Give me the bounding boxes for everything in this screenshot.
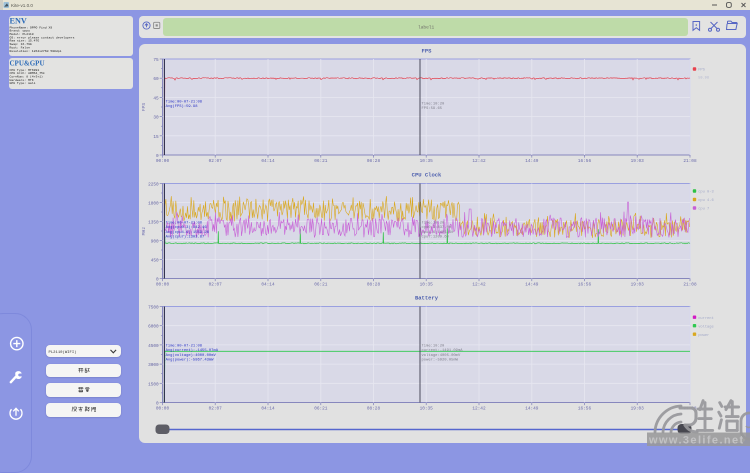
svg-text:21:08: 21:08 <box>683 283 697 288</box>
svg-text:75: 75 <box>153 58 159 63</box>
svg-text:4500: 4500 <box>148 344 159 349</box>
svg-text:voltage:4005.00mV: voltage:4005.00mV <box>422 353 461 358</box>
svg-text:06:21: 06:21 <box>314 407 328 412</box>
svg-text:06:21: 06:21 <box>314 159 328 164</box>
svg-text:450: 450 <box>151 259 159 264</box>
svg-text:00:00: 00:00 <box>156 159 170 164</box>
svg-text:FPS:59.65: FPS:59.65 <box>422 107 443 111</box>
svg-text:14:49: 14:49 <box>525 407 539 412</box>
svg-text:15: 15 <box>153 135 159 140</box>
svg-text:Time:10:20: Time:10:20 <box>422 220 446 225</box>
svg-text:power:-5920.05mW: power:-5920.05mW <box>422 358 459 363</box>
svg-text:power: power <box>698 334 709 338</box>
svg-text:FPS: FPS <box>141 103 147 112</box>
svg-text:Avg(FPS):59.98: Avg(FPS):59.98 <box>166 104 199 109</box>
svg-text:10:35: 10:35 <box>420 159 434 164</box>
svg-text:00:00: 00:00 <box>156 407 170 412</box>
svg-text:1350: 1350 <box>148 221 159 226</box>
svg-text:voltage: voltage <box>698 324 714 329</box>
svg-text:cpu4-6:1425.60: cpu4-6:1425.60 <box>422 231 455 235</box>
svg-text:12:42: 12:42 <box>472 159 486 164</box>
svg-text:cpu0-3:837.00: cpu0-3:837.00 <box>422 226 452 230</box>
svg-text:cpu 0-3: cpu 0-3 <box>698 191 714 195</box>
svg-text:04:14: 04:14 <box>261 283 275 288</box>
svg-text:1800: 1800 <box>148 202 159 207</box>
svg-text:16:56: 16:56 <box>578 283 592 288</box>
svg-text:Avg(power):-5867.43mW: Avg(power):-5867.43mW <box>166 358 215 363</box>
svg-text:Avg(cpu0-3):842.46: Avg(cpu0-3):842.46 <box>166 225 208 230</box>
svg-text:08:28: 08:28 <box>367 407 381 412</box>
svg-text:900: 900 <box>151 240 159 245</box>
svg-text:08:28: 08:28 <box>367 159 381 164</box>
svg-text:6000: 6000 <box>148 325 159 330</box>
svg-text:06:21: 06:21 <box>314 283 328 288</box>
svg-text:cpu 7: cpu 7 <box>698 208 709 212</box>
svg-text:21:08: 21:08 <box>683 159 697 164</box>
svg-text:MHz: MHz <box>141 227 147 236</box>
svg-text:Time:00-07-21:08: Time:00-07-21:08 <box>166 100 203 105</box>
svg-text:FPS: FPS <box>698 69 705 73</box>
svg-text:Avg(cpu7):1303.87: Avg(cpu7):1303.87 <box>166 235 205 240</box>
svg-text:3000: 3000 <box>148 363 159 368</box>
svg-text:16:56: 16:56 <box>578 407 592 412</box>
svg-text:00:00: 00:00 <box>156 283 170 288</box>
svg-text:19:03: 19:03 <box>631 159 645 164</box>
svg-text:59.98: 59.98 <box>698 76 709 80</box>
svg-text:04:14: 04:14 <box>261 159 275 164</box>
svg-text:12:42: 12:42 <box>472 283 486 288</box>
svg-text:current:-1491.09mA: current:-1491.09mA <box>422 348 464 353</box>
svg-text:Time:10:20: Time:10:20 <box>422 102 446 107</box>
svg-text:current: current <box>698 317 714 321</box>
svg-text:Time:00-07-21:08: Time:00-07-21:08 <box>166 220 203 225</box>
svg-text:Avg(current):-1455.07mA: Avg(current):-1455.07mA <box>166 348 219 353</box>
svg-text:2250: 2250 <box>148 183 159 188</box>
svg-text:60: 60 <box>153 77 159 82</box>
svg-text:Time:00-07-21:08: Time:00-07-21:08 <box>166 343 203 348</box>
svg-text:Battery: Battery <box>415 295 439 302</box>
svg-text:Time:10:20: Time:10:20 <box>422 343 446 348</box>
svg-text:www.3elife.net: www.3elife.net <box>648 435 745 447</box>
svg-text:10:35: 10:35 <box>420 283 434 288</box>
svg-text:cpu7:1209.60: cpu7:1209.60 <box>422 236 450 240</box>
svg-text:19:03: 19:03 <box>631 283 645 288</box>
svg-text:30: 30 <box>153 116 159 121</box>
svg-text:12:42: 12:42 <box>472 407 486 412</box>
svg-text:1500: 1500 <box>148 382 159 387</box>
svg-text:14:49: 14:49 <box>525 283 539 288</box>
svg-text:10:35: 10:35 <box>420 407 434 412</box>
svg-text:04:14: 04:14 <box>261 407 275 412</box>
svg-text:45: 45 <box>153 96 159 101</box>
svg-text:14:49: 14:49 <box>525 159 539 164</box>
svg-text:02:07: 02:07 <box>209 159 223 164</box>
svg-text:Avg(cpu4-6):1559.26: Avg(cpu4-6):1559.26 <box>166 230 210 235</box>
svg-text:16:56: 16:56 <box>578 159 592 164</box>
svg-text:02:07: 02:07 <box>209 407 223 412</box>
svg-text:02:07: 02:07 <box>209 283 223 288</box>
svg-text:cpu 4-6: cpu 4-6 <box>698 199 714 203</box>
svg-text:FPS: FPS <box>422 48 433 55</box>
svg-text:Avg(voltage):4000.00mV: Avg(voltage):4000.00mV <box>166 353 217 358</box>
svg-text:08:28: 08:28 <box>367 283 381 288</box>
svg-text:7500: 7500 <box>148 306 159 311</box>
svg-text:CPU Clock: CPU Clock <box>412 172 442 179</box>
